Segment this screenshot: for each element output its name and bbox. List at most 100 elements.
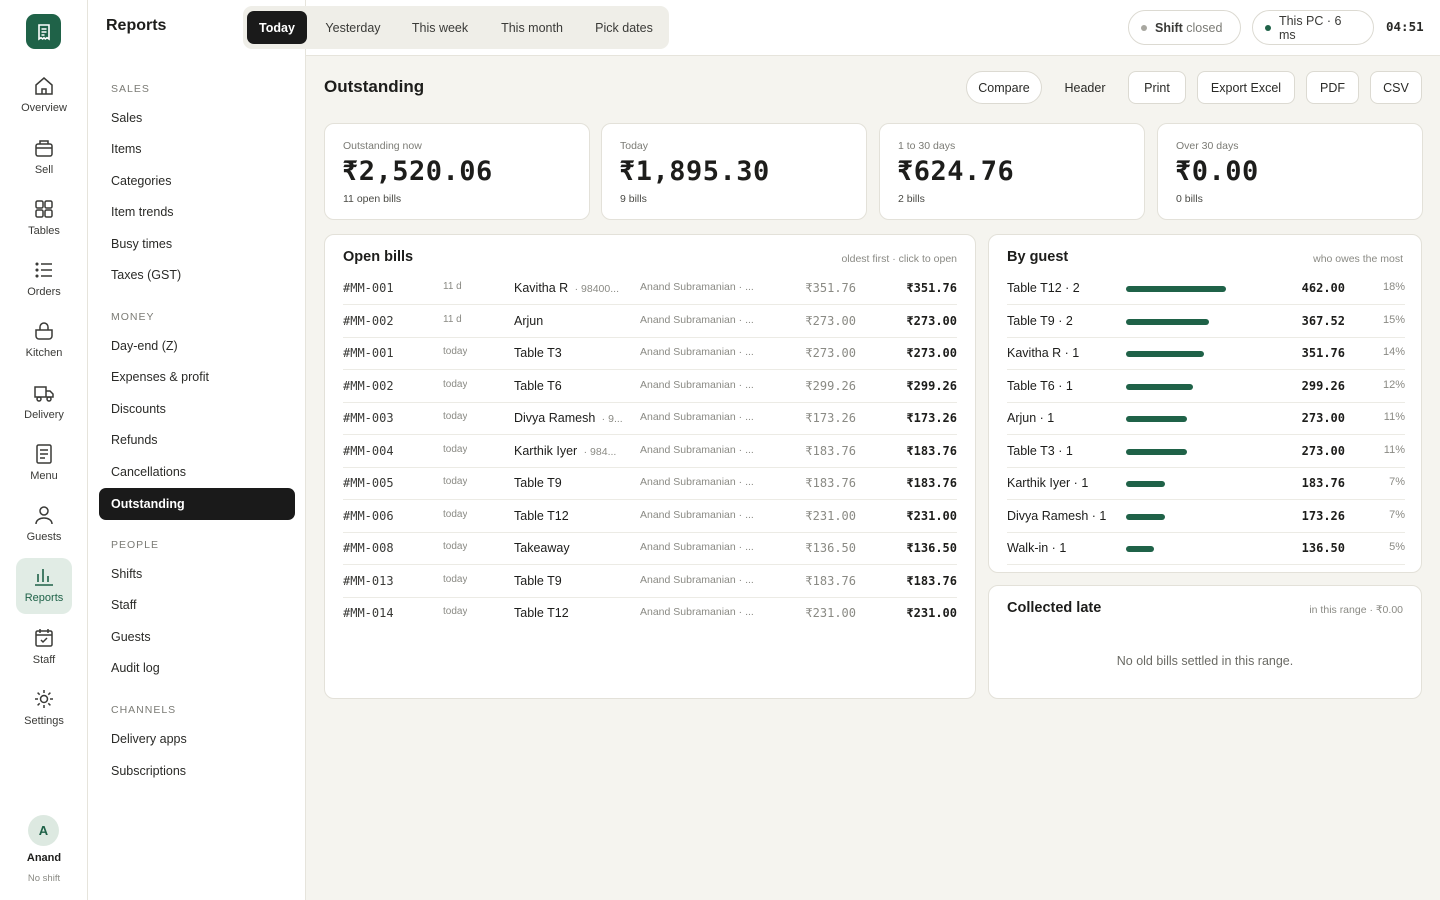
sidebar-item-day-end[interactable]: Day-end (Z) [99,330,295,362]
guest-name: Table T12 [514,606,569,620]
guest-name: Table T3 [514,346,562,360]
header-button[interactable]: Header [1052,71,1118,104]
print-button[interactable]: Print [1128,71,1186,104]
sidebar-item-audit-log[interactable]: Audit log [99,652,295,684]
home-icon [35,77,53,95]
bill-due: ₹173.26 [906,411,957,425]
rail-item-kitchen[interactable]: Kitchen [16,313,72,369]
range-pick-dates[interactable]: Pick dates [584,11,664,44]
list-item[interactable]: Walk-in · 1 136.50 5% [1007,533,1405,565]
table-row[interactable]: #MM-006 today Table T12 Anand Subramanian ·… [343,501,957,533]
table-row[interactable]: #MM-005 today Table T9 Anand Subramanian · … [343,468,957,500]
list-item[interactable]: Divya Ramesh · 1 173.26 7% [1007,501,1405,533]
rail-item-sell[interactable]: Sell [16,130,72,186]
rail-item-reports[interactable]: Reports [16,558,72,614]
card-title: By guest [1007,249,1069,265]
table-row[interactable]: #MM-002 today Table T6 Anand Subramanian · … [343,371,957,403]
list-item[interactable]: Table T12 · 2 462.00 18% [1007,273,1405,305]
table-row[interactable]: #MM-014 today Table T12 Anand Subramanian ·… [343,598,957,630]
table-row[interactable]: #MM-008 today Takeaway Anand Subramanian · … [343,533,957,565]
rail-item-delivery[interactable]: Delivery [16,375,72,431]
list-item[interactable]: Table T6 · 1 299.26 12% [1007,371,1405,403]
sidebar-item-cancellations[interactable]: Cancellations [99,456,295,488]
guest-percent: 7% [1389,476,1405,488]
stat-label: Over 30 days [1176,140,1239,152]
compare-button[interactable]: Compare [966,71,1042,104]
sidebar-item-item-trends[interactable]: Item trends [99,196,295,228]
bill-amount: ₹183.76 [805,573,856,588]
guest-amount: 183.76 [1301,476,1345,490]
guest-percent: 11% [1383,443,1405,456]
list-item[interactable]: Arjun · 1 273.00 11% [1007,403,1405,435]
stat-card-1-30-days: 1 to 30 days ₹624.76 2 bills [879,123,1145,220]
sidebar-item-expenses-profit[interactable]: Expenses & profit [99,361,295,393]
sidebar-item-subscriptions[interactable]: Subscriptions [99,755,295,787]
table-row[interactable]: #MM-002 11 d Arjun Anand Subramanian · ... ₹… [343,306,957,338]
rail-item-settings[interactable]: Settings [16,681,72,737]
rail-item-staff[interactable]: Staff [16,620,72,676]
bill-guest: Table T9 [514,476,629,490]
table-row[interactable]: #MM-004 today Karthik Iyer · 984... Anand S… [343,436,957,468]
app-logo[interactable] [26,14,61,49]
list-item[interactable]: Table T3 · 1 273.00 11% [1007,436,1405,468]
device-pill[interactable]: This PC · 6 ms [1252,10,1374,45]
sidebar-item-categories[interactable]: Categories [99,165,295,197]
range-this-month[interactable]: This month [487,11,577,44]
sidebar-item-busy-times[interactable]: Busy times [99,228,295,260]
bill-due: ₹273.00 [906,313,957,328]
sidebar-item-discounts[interactable]: Discounts [99,393,295,425]
bill-guest: Table T12 [514,509,629,523]
stat-label: Outstanding now [343,140,422,152]
list-item[interactable]: Kavitha R · 1 351.76 14% [1007,338,1405,370]
list-item[interactable]: Karthik Iyer · 1 183.76 7% [1007,468,1405,500]
csv-button[interactable]: CSV [1370,71,1422,104]
sidebar-item-taxes[interactable]: Taxes (GST) [99,259,295,291]
avatar[interactable]: A [28,815,59,846]
guest-phone-sep: · [580,445,591,458]
section-label-people: PEOPLE [111,539,160,551]
bill-guest: Arjun [514,314,629,328]
rail-item-tables[interactable]: Tables [16,191,72,247]
sidebar-item-items[interactable]: Items [99,133,295,165]
bill-id: #MM-005 [343,476,394,490]
share-bar [1126,513,1165,520]
bill-due: ₹183.76 [906,443,957,458]
rail-item-orders[interactable]: Orders [16,252,72,308]
stat-sub: 0 bills [1176,193,1203,205]
bill-staff: Anand Subramanian · ... [640,508,754,521]
calendar-check-icon [35,629,53,647]
stat-card-today: Today ₹1,895.30 9 bills [601,123,867,220]
guest-amount: 367.52 [1301,313,1345,328]
sidebar-item-guests[interactable]: Guests [99,621,295,653]
list-item[interactable]: Table T9 · 2 367.52 15% [1007,306,1405,338]
sidebar-item-sales[interactable]: Sales [99,102,295,134]
rail-item-guests[interactable]: Guests [16,497,72,553]
sidebar-item-delivery-apps[interactable]: Delivery apps [99,723,295,755]
bill-guest: Divya Ramesh · 9... [514,411,629,425]
range-today[interactable]: Today [247,11,307,44]
table-row[interactable]: #MM-013 today Table T9 Anand Subramanian · … [343,566,957,598]
table-row[interactable]: #MM-001 today Table T3 Anand Subramanian · … [343,338,957,370]
guest-name: Table T6 · 1 [1007,378,1073,393]
bill-age: today [443,378,468,390]
range-this-week[interactable]: This week [400,11,480,44]
table-row[interactable]: #MM-001 11 d Kavitha R · 98400... Anand Sub… [343,273,957,305]
export-excel-button[interactable]: Export Excel [1197,71,1295,104]
sidebar-item-outstanding[interactable]: Outstanding [99,488,295,520]
bill-guest: Table T12 [514,606,629,620]
guest-amount: 273.00 [1301,443,1345,458]
sidebar-item-refunds[interactable]: Refunds [99,424,295,456]
bill-due: ₹299.26 [906,378,957,393]
bill-id: #MM-013 [343,573,394,588]
sidebar-item-shifts[interactable]: Shifts [99,558,295,590]
share-bar [1126,546,1154,552]
range-yesterday[interactable]: Yesterday [313,11,393,44]
rail-item-overview[interactable]: Overview [16,68,72,124]
share-bar [1126,448,1187,455]
pdf-button[interactable]: PDF [1306,71,1359,104]
bill-age: 11 d [443,281,462,292]
rail-item-menu[interactable]: Menu [16,436,72,492]
sidebar-item-staff[interactable]: Staff [99,589,295,621]
table-row[interactable]: #MM-003 today Divya Ramesh · 9... Anand Sub… [343,403,957,435]
shift-status-pill[interactable]: Shift closed [1128,10,1241,45]
